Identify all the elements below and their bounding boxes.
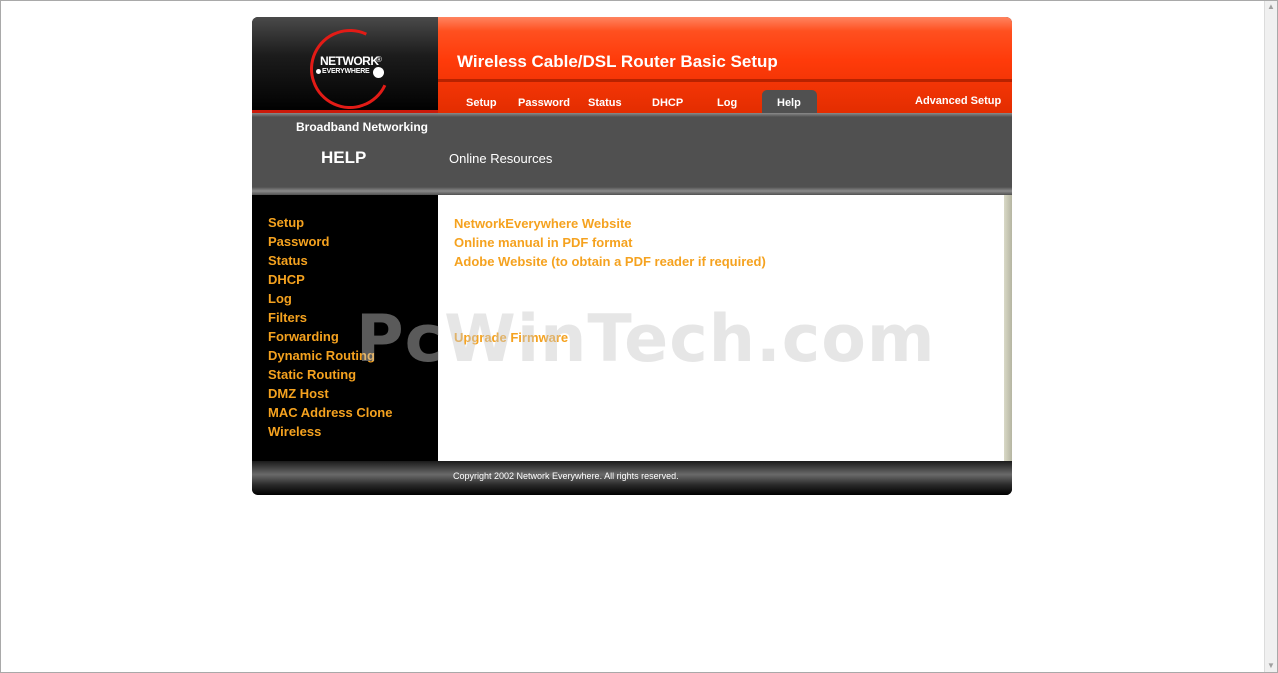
- logo-dot-icon: [373, 67, 384, 78]
- scroll-down-arrow-icon[interactable]: ▼: [1265, 660, 1277, 672]
- content-right-edge: [1004, 195, 1012, 461]
- networkeverywhere-website-link[interactable]: NetworkEverywhere Website: [454, 216, 632, 231]
- section-band-bottom-edge: [252, 187, 1012, 195]
- sidebar-item-static-routing[interactable]: Static Routing: [268, 367, 356, 382]
- logo-registered-mark: ®: [376, 55, 382, 64]
- router-panel: NETWORK EVERYWHERE ® Wireless Cable/DSL …: [252, 17, 1012, 495]
- vertical-scrollbar[interactable]: ▲ ▼: [1264, 1, 1277, 672]
- page-heading: Wireless Cable/DSL Router Basic Setup: [457, 52, 778, 71]
- sidebar-item-password[interactable]: Password: [268, 234, 329, 249]
- scroll-up-arrow-icon[interactable]: ▲: [1265, 1, 1277, 13]
- sidebar-item-forwarding[interactable]: Forwarding: [268, 329, 339, 344]
- logo-area: NETWORK EVERYWHERE ®: [252, 17, 438, 121]
- section-subtitle: Online Resources: [449, 151, 553, 166]
- pdf-manual-link[interactable]: Online manual in PDF format: [454, 235, 632, 250]
- tab-help[interactable]: Help: [777, 97, 801, 109]
- section-band-top-edge: [252, 113, 1012, 117]
- section-title: HELP: [321, 148, 367, 167]
- logo-dot-small-icon: [316, 69, 321, 74]
- sidebar-item-dhcp[interactable]: DHCP: [268, 272, 305, 287]
- watermark: PcWinTech.com: [356, 302, 936, 377]
- sidebar-item-mac-address-clone[interactable]: MAC Address Clone: [268, 405, 392, 420]
- tab-dhcp[interactable]: DHCP: [652, 97, 683, 109]
- logo-line1: NETWORK: [320, 54, 379, 68]
- tab-setup[interactable]: Setup: [466, 97, 497, 109]
- header-divider: [438, 79, 1012, 82]
- header-gloss: [438, 17, 1012, 31]
- sidebar-item-log[interactable]: Log: [268, 291, 292, 306]
- logo-line2: EVERYWHERE: [322, 68, 370, 75]
- adobe-website-link[interactable]: Adobe Website (to obtain a PDF reader if…: [454, 254, 766, 269]
- tagline: Broadband Networking: [296, 120, 429, 134]
- advanced-setup-link[interactable]: Advanced Setup: [915, 95, 1001, 107]
- sidebar-item-wireless[interactable]: Wireless: [268, 424, 321, 439]
- sidebar-item-dmz-host[interactable]: DMZ Host: [268, 386, 329, 401]
- sidebar-item-setup[interactable]: Setup: [268, 215, 304, 230]
- tab-password[interactable]: Password: [518, 97, 570, 109]
- sidebar-item-filters[interactable]: Filters: [268, 310, 307, 325]
- tab-status[interactable]: Status: [588, 97, 622, 109]
- copyright-text: Copyright 2002 Network Everywhere. All r…: [453, 471, 679, 481]
- tab-log[interactable]: Log: [717, 97, 737, 109]
- sidebar-item-status[interactable]: Status: [268, 253, 308, 268]
